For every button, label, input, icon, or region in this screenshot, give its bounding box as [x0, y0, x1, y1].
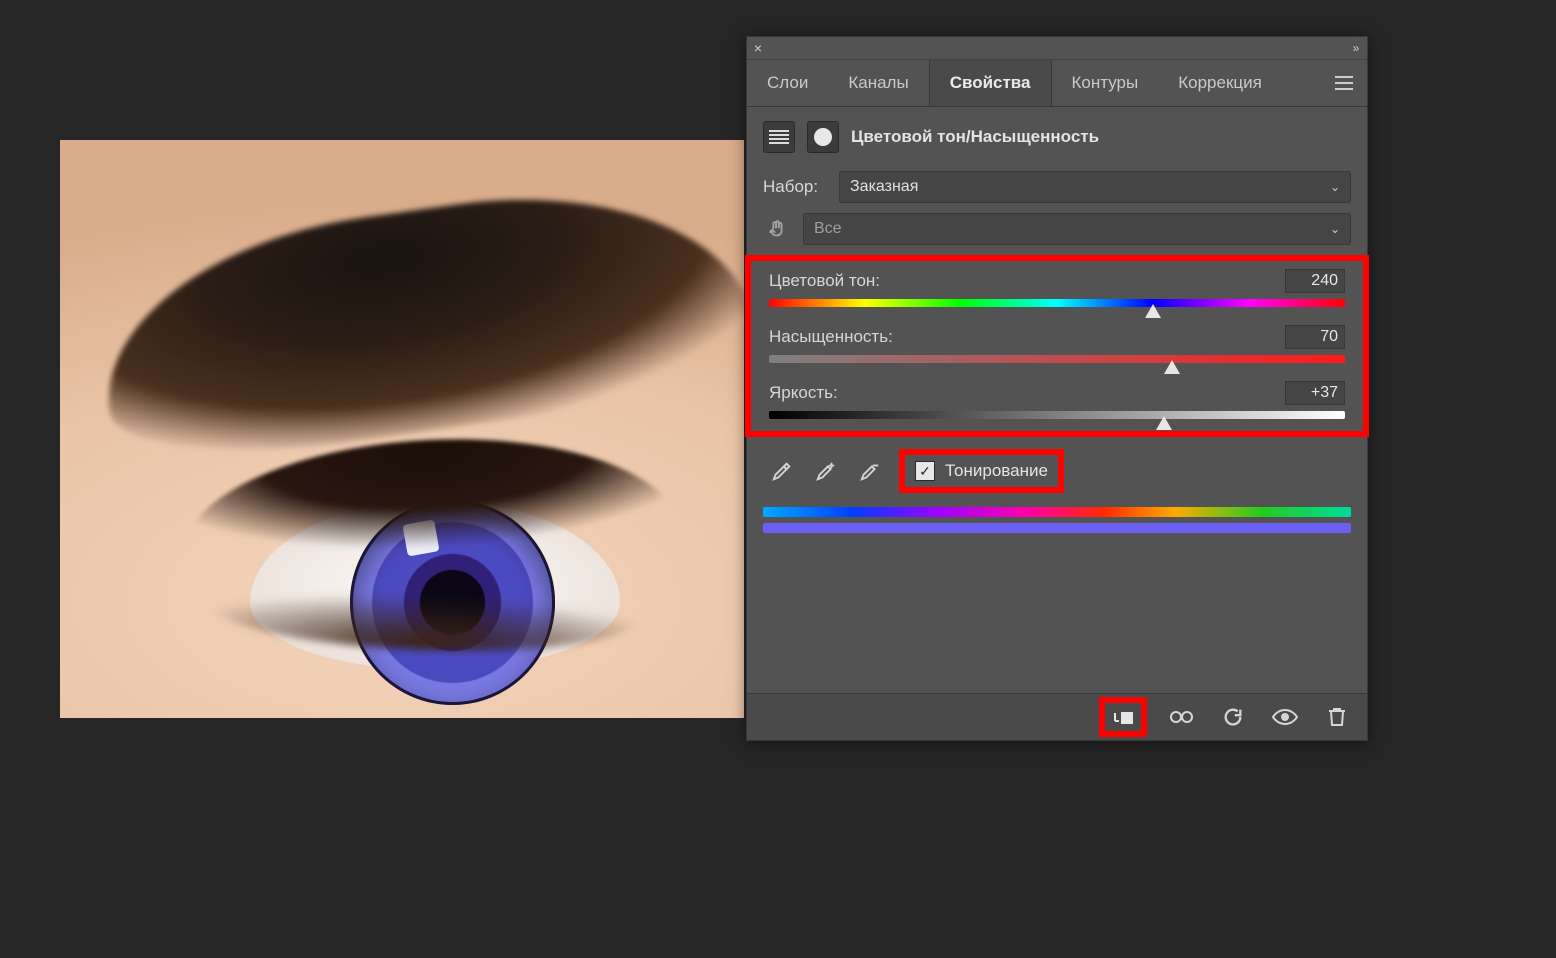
- properties-panel: × » Слои Каналы Свойства Контуры Коррекц…: [746, 36, 1368, 741]
- hue-label: Цветовой тон:: [769, 271, 880, 291]
- panel-body: Цветовой тон/Насыщенность Набор: Заказна…: [747, 107, 1367, 533]
- panel-topbar: × »: [747, 37, 1367, 60]
- document-canvas[interactable]: [60, 140, 744, 718]
- sliders-highlight: Цветовой тон: Насыщенность: Яркост: [745, 255, 1369, 437]
- hue-value-input[interactable]: [1285, 269, 1345, 293]
- saturation-slider[interactable]: [769, 355, 1345, 363]
- colorize-label: Тонирование: [945, 461, 1048, 481]
- saturation-label: Насыщенность:: [769, 327, 893, 347]
- lightness-slider[interactable]: [769, 411, 1345, 419]
- hue-range-display: [763, 507, 1351, 533]
- clip-to-layer-icon[interactable]: [1105, 700, 1141, 734]
- chevron-down-icon: ⌄: [1330, 180, 1340, 194]
- layer-mask-icon: [807, 121, 839, 153]
- lightness-slider-block: Яркость:: [769, 381, 1345, 419]
- lightness-value-input[interactable]: [1285, 381, 1345, 405]
- hue-slider[interactable]: [769, 299, 1345, 307]
- eyedropper-row: ✓ Тонирование: [745, 449, 1369, 493]
- hue-slider-block: Цветовой тон:: [769, 269, 1345, 307]
- tab-paths[interactable]: Контуры: [1052, 60, 1159, 106]
- preset-select[interactable]: Заказная ⌄: [839, 171, 1351, 203]
- color-range-value: Все: [814, 220, 842, 238]
- targeted-adjust-icon[interactable]: [763, 215, 791, 243]
- hue-range-top: [763, 507, 1351, 517]
- adjustment-title: Цветовой тон/Насыщенность: [851, 127, 1099, 147]
- tab-properties[interactable]: Свойства: [929, 60, 1052, 106]
- collapse-icon[interactable]: »: [1345, 37, 1367, 59]
- hue-saturation-icon: [763, 121, 795, 153]
- view-previous-icon[interactable]: [1163, 700, 1199, 734]
- eyedropper-add-icon[interactable]: [807, 452, 845, 490]
- hue-thumb[interactable]: [1145, 304, 1161, 318]
- saturation-slider-block: Насыщенность:: [769, 325, 1345, 363]
- lightness-thumb[interactable]: [1156, 416, 1172, 430]
- saturation-thumb[interactable]: [1164, 360, 1180, 374]
- preset-label: Набор:: [763, 177, 827, 197]
- preset-row: Набор: Заказная ⌄: [763, 171, 1351, 203]
- lightness-label: Яркость:: [769, 383, 838, 403]
- panel-tab-strip: Слои Каналы Свойства Контуры Коррекция: [747, 60, 1367, 107]
- colorize-highlight: ✓ Тонирование: [899, 449, 1064, 493]
- tab-layers[interactable]: Слои: [747, 60, 828, 106]
- chevron-down-icon: ⌄: [1330, 222, 1340, 236]
- saturation-value-input[interactable]: [1285, 325, 1345, 349]
- close-icon[interactable]: ×: [747, 37, 769, 59]
- color-range-row: Все ⌄: [763, 213, 1351, 245]
- tab-channels[interactable]: Каналы: [828, 60, 928, 106]
- visibility-icon[interactable]: [1267, 700, 1303, 734]
- eyedropper-icon[interactable]: [763, 452, 801, 490]
- reset-icon[interactable]: [1215, 700, 1251, 734]
- eyedropper-subtract-icon[interactable]: [851, 452, 889, 490]
- preset-value: Заказная: [850, 178, 918, 196]
- panel-menu-icon[interactable]: [1321, 60, 1367, 106]
- trash-icon[interactable]: [1319, 700, 1355, 734]
- tab-adjustments[interactable]: Коррекция: [1158, 60, 1282, 106]
- clip-to-layer-highlight: [1099, 697, 1147, 737]
- panel-footer: [747, 693, 1367, 740]
- hue-range-bottom: [763, 523, 1351, 533]
- adjustment-title-row: Цветовой тон/Насыщенность: [763, 121, 1351, 153]
- color-range-select[interactable]: Все ⌄: [803, 213, 1351, 245]
- colorize-checkbox[interactable]: ✓: [915, 461, 935, 481]
